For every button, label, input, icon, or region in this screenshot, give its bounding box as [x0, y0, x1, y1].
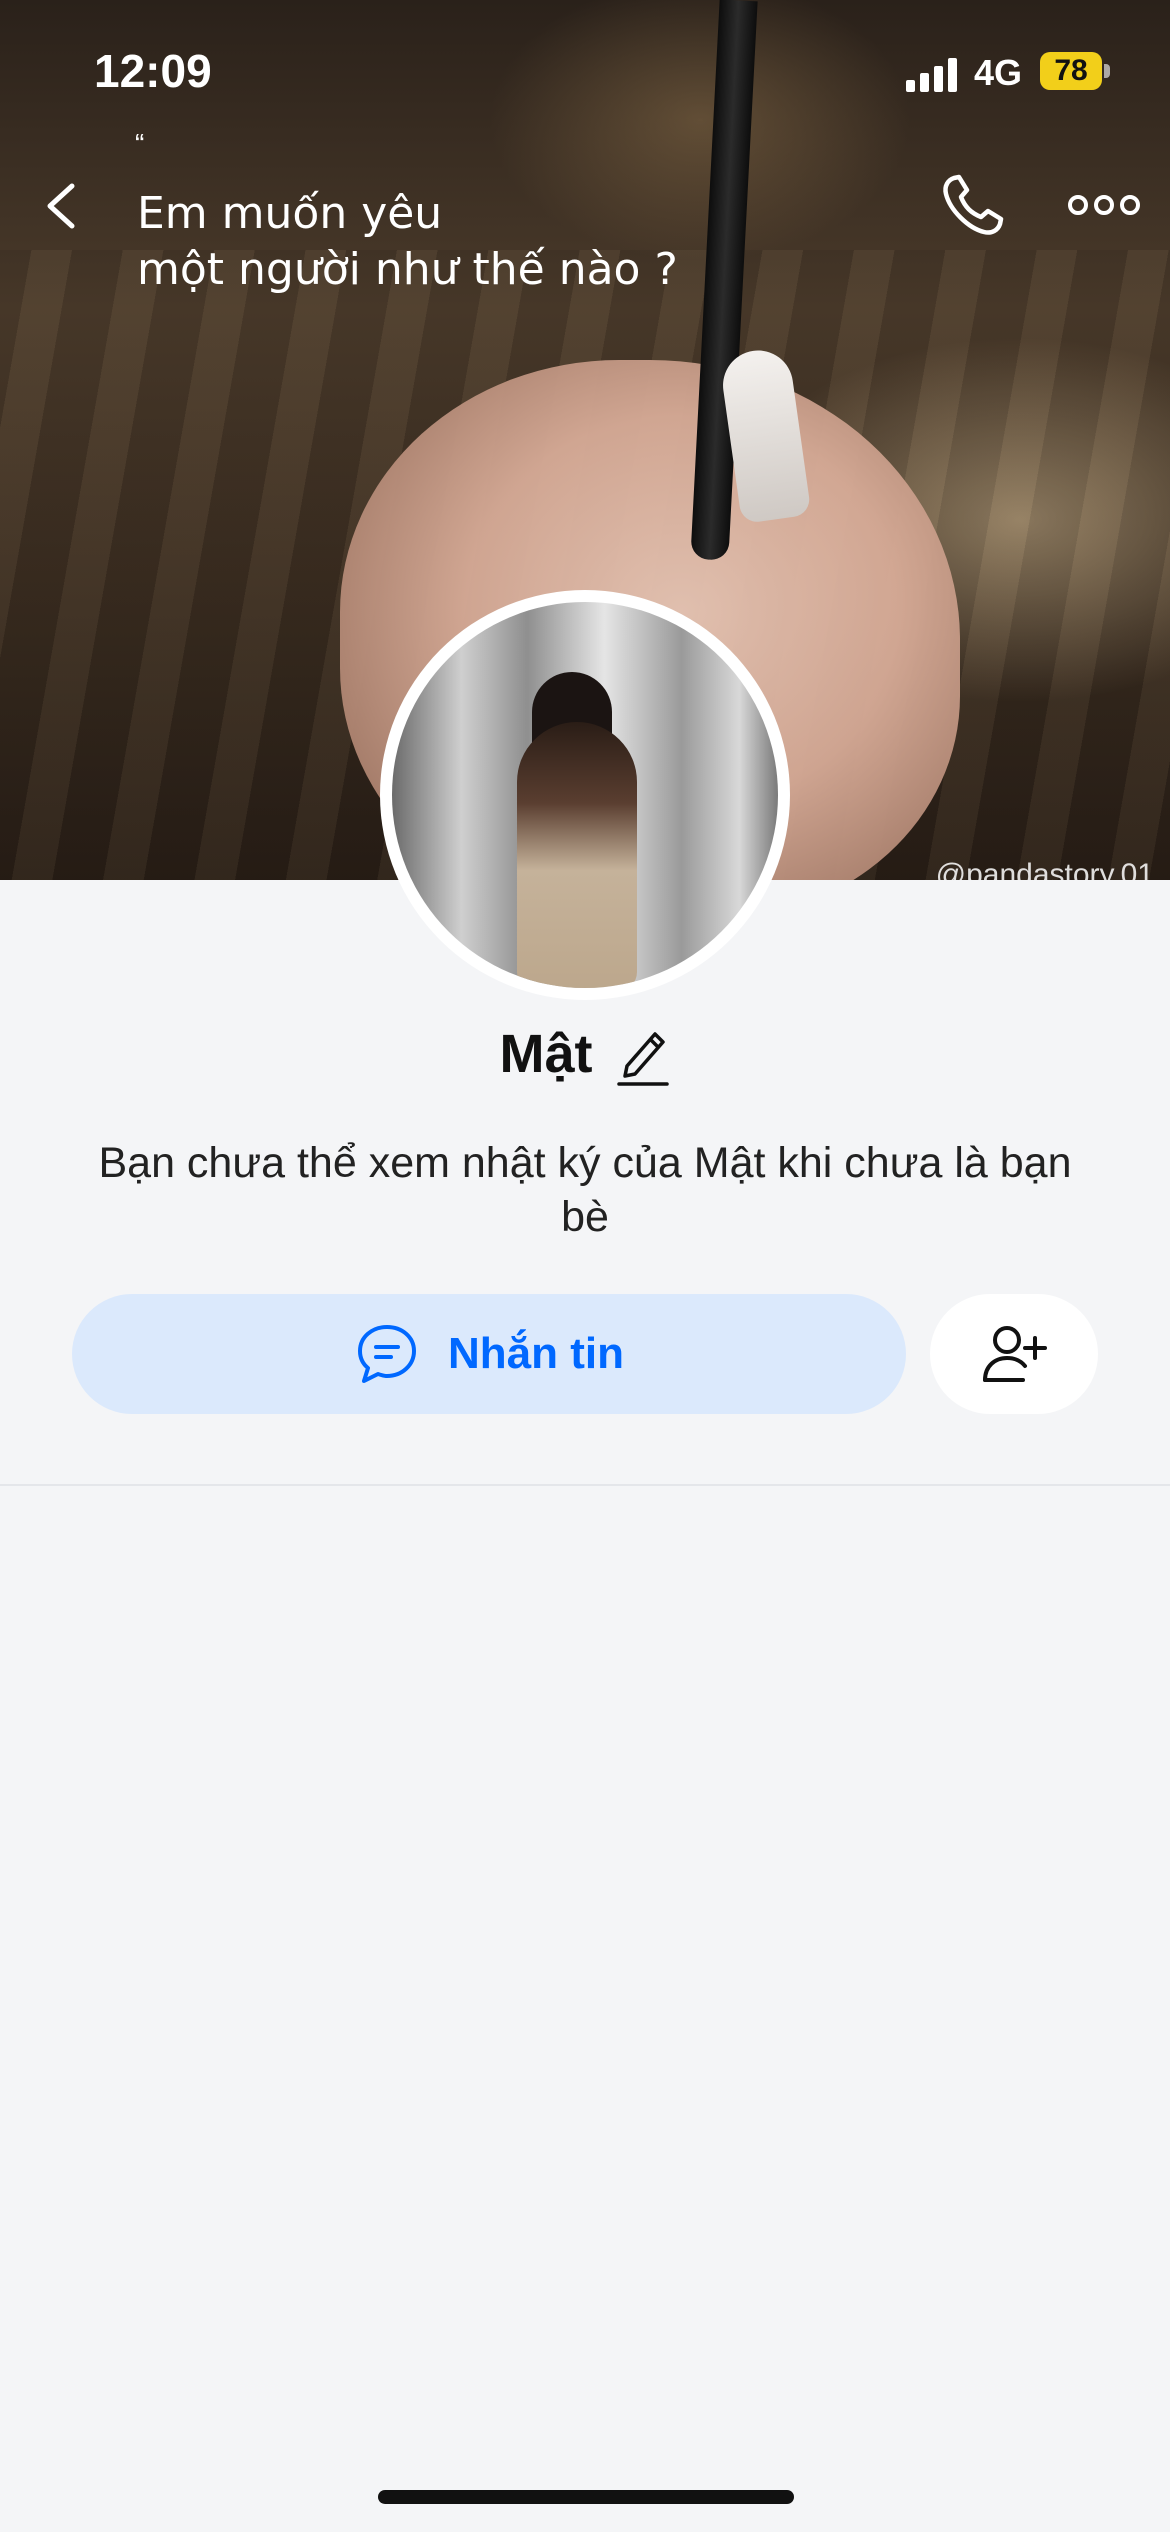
status-time: 12:09: [94, 45, 212, 97]
chevron-left-icon: [47, 183, 75, 229]
message-button[interactable]: Nhắn tin: [72, 1294, 906, 1414]
more-button[interactable]: [1068, 190, 1140, 220]
call-button[interactable]: [940, 172, 1006, 238]
edit-pencil-icon[interactable]: [615, 1022, 671, 1086]
back-button[interactable]: [36, 176, 96, 236]
privacy-notice: Bạn chưa thể xem nhật ký của Mật khi chư…: [98, 1139, 1072, 1241]
battery-tip: [1104, 64, 1110, 78]
profile-name: Mật: [499, 1024, 593, 1084]
network-type: 4G: [974, 52, 1023, 93]
profile-name-row: Mật: [0, 1022, 1170, 1086]
avatar-image: [392, 602, 778, 988]
more-dots-icon: [1068, 195, 1140, 215]
section-divider: [0, 1484, 1170, 1486]
add-friend-icon: [983, 1326, 1047, 1382]
cover-watermark: @pandastory.01: [935, 858, 1154, 880]
message-button-label: Nhắn tin: [448, 1329, 624, 1378]
cover-quote-line2: một người như thế nào ?: [137, 244, 678, 295]
add-friend-button[interactable]: [930, 1294, 1098, 1414]
chat-bubble-icon: [358, 1325, 416, 1383]
phone-icon: [943, 174, 1004, 235]
avatar-body-shape: [517, 722, 637, 988]
battery-icon: 78: [1040, 52, 1102, 90]
home-indicator[interactable]: [378, 2490, 794, 2504]
cover-quote: Em muốn yêu một người như thế nào ?: [137, 186, 678, 298]
quote-mark: “: [135, 128, 145, 159]
avatar[interactable]: [380, 590, 790, 1000]
signal-icon: [906, 58, 958, 92]
cover-quote-line1: Em muốn yêu: [137, 188, 443, 239]
